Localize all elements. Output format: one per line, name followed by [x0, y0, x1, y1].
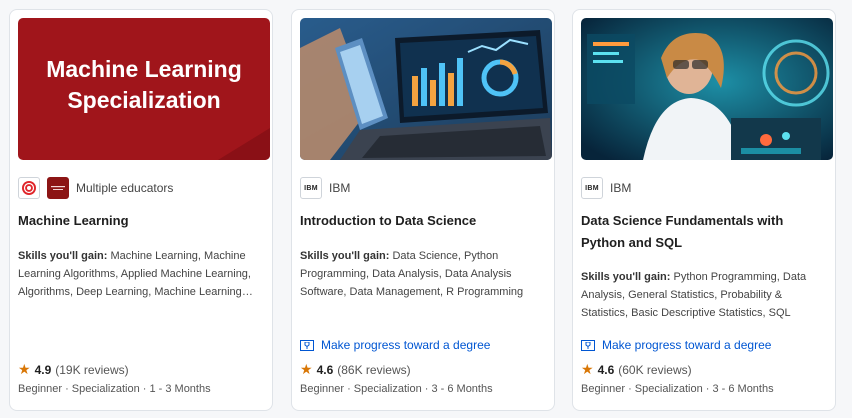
rating: ★ 4.6 (60K reviews) [581, 361, 692, 378]
ibm-logo-icon: IBM [300, 177, 322, 199]
course-card-intro-data-science[interactable]: IBM IBM Introduction to Data Science Ski… [291, 9, 555, 411]
skills-label: Skills you'll gain: [300, 250, 390, 262]
skills-text: Skills you'll gain: Data Science, Python… [300, 247, 544, 301]
review-count: (19K reviews) [55, 362, 129, 377]
degree-link[interactable]: Make progress toward a degree [581, 338, 771, 352]
course-meta: Beginner · Specialization · 3 - 6 Months [581, 383, 774, 395]
degree-link[interactable]: Make progress toward a degree [300, 338, 490, 352]
rating: ★ 4.6 (86K reviews) [300, 361, 411, 378]
rating: ★ 4.9 (19K reviews) [18, 361, 129, 378]
partner-name: IBM [610, 181, 632, 195]
partner-name: Multiple educators [76, 181, 174, 195]
partner-row: IBM IBM [300, 176, 350, 200]
star-icon: ★ [300, 361, 313, 377]
degree-icon [300, 339, 314, 351]
ibm-logo-icon: IBM [581, 177, 603, 199]
partner-row: Multiple educators [18, 176, 173, 200]
rating-value: 4.6 [316, 362, 334, 377]
skills-text: Skills you'll gain: Machine Learning, Ma… [18, 247, 262, 301]
course-title[interactable]: Machine Learning [18, 210, 266, 232]
rating-value: 4.6 [597, 362, 615, 377]
course-title[interactable]: Introduction to Data Science [300, 210, 548, 232]
thumbnail-line-1: Machine Learning [46, 56, 242, 82]
course-thumbnail[interactable] [300, 18, 552, 160]
degree-link-label[interactable]: Make progress toward a degree [602, 338, 771, 352]
thumbnail-line-2: Specialization [67, 87, 220, 113]
degree-link-label[interactable]: Make progress toward a degree [321, 338, 490, 352]
star-icon: ★ [581, 361, 594, 377]
course-card-machine-learning[interactable]: Machine Learning Specialization Multiple… [9, 9, 273, 411]
star-icon: ★ [18, 361, 31, 377]
partner-name: IBM [329, 181, 351, 195]
review-count: (60K reviews) [618, 362, 692, 377]
deeplearning-ai-logo-icon [18, 177, 40, 199]
course-thumbnail[interactable] [581, 18, 833, 160]
course-meta: Beginner · Specialization · 3 - 6 Months [300, 383, 493, 395]
course-thumbnail[interactable]: Machine Learning Specialization [18, 18, 270, 160]
partner-row: IBM IBM [581, 176, 631, 200]
rating-value: 4.9 [34, 362, 52, 377]
course-card-data-science-fundamentals[interactable]: IBM IBM Data Science Fundamentals with P… [572, 9, 836, 411]
course-meta: Beginner · Specialization · 1 - 3 Months [18, 383, 211, 395]
course-title[interactable]: Data Science Fundamentals with Python an… [581, 210, 829, 254]
review-count: (86K reviews) [337, 362, 411, 377]
skills-label: Skills you'll gain: [18, 250, 108, 262]
stanford-logo-icon [47, 177, 69, 199]
degree-icon [581, 339, 595, 351]
skills-label: Skills you'll gain: [581, 271, 671, 283]
skills-text: Skills you'll gain: Python Programming, … [581, 268, 825, 322]
